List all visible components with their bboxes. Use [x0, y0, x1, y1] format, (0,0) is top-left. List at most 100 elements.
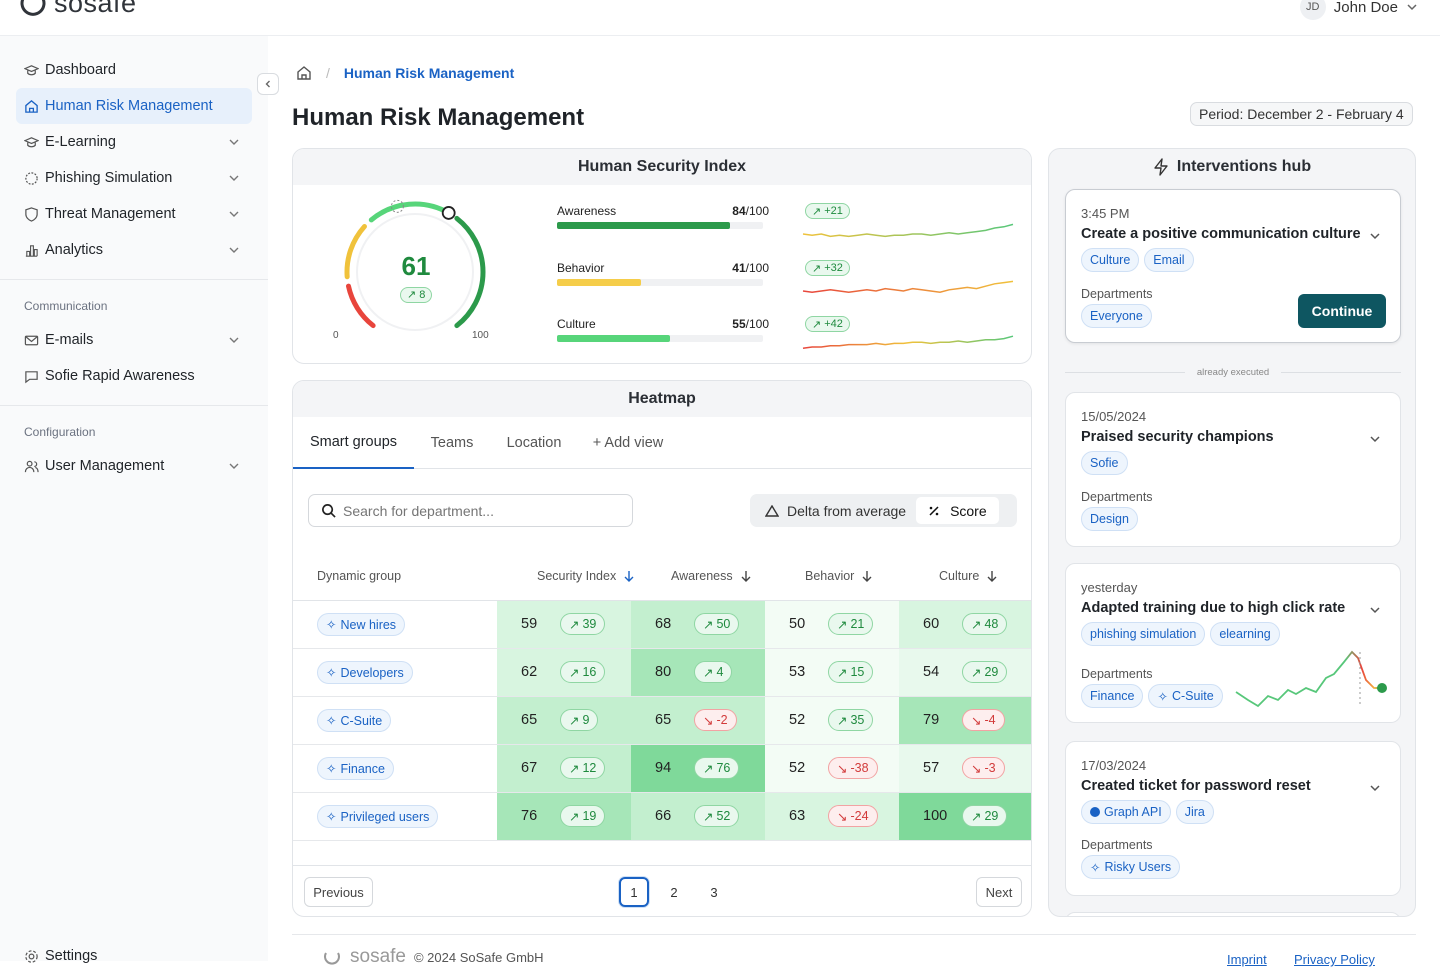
- column-header[interactable]: Behavior: [805, 569, 872, 583]
- dynamic-group-tag[interactable]: ✧ Privileged users: [317, 805, 439, 828]
- privacy-link[interactable]: Privacy Policy: [1294, 952, 1375, 967]
- toggle-score[interactable]: Score: [916, 497, 999, 524]
- trend-up-icon: ↗: [971, 809, 982, 824]
- delta-pill: ↗ 19: [560, 805, 606, 827]
- score-cell[interactable]: 54 ↗ 29: [899, 649, 1031, 696]
- score-cell[interactable]: 80 ↗ 4: [631, 649, 765, 696]
- tab-smart-groups[interactable]: Smart groups: [293, 417, 414, 469]
- imprint-link[interactable]: Imprint: [1227, 952, 1267, 967]
- previous-button[interactable]: Previous: [304, 877, 373, 907]
- score-cell[interactable]: 76 ↗ 19: [497, 793, 631, 840]
- breadcrumb-current[interactable]: Human Risk Management: [344, 65, 514, 81]
- table-row[interactable]: ✧ Privileged users 76 ↗ 19 66 ↗ 52 63 ↘ -24 100 ↗ 29: [293, 793, 1031, 841]
- tag-graph-api: Graph API: [1081, 800, 1171, 824]
- table-footer-divider: [293, 865, 1031, 866]
- tag-elearning: elearning: [1210, 622, 1280, 646]
- score-cell[interactable]: 52 ↘ -38: [765, 745, 899, 792]
- score-cell[interactable]: 67 ↗ 12: [497, 745, 631, 792]
- score-cell[interactable]: 65 ↗ 9: [497, 697, 631, 744]
- home-icon[interactable]: [296, 65, 312, 81]
- tab-location[interactable]: Location: [490, 417, 578, 469]
- sparkle-icon: ✧: [1090, 860, 1101, 875]
- percent-icon: [929, 505, 939, 516]
- table-row[interactable]: ✧ Developers 62 ↗ 16 80 ↗ 4 53 ↗ 15 54 ↗ 29: [293, 649, 1031, 697]
- logo[interactable]: sosafe: [18, 0, 137, 19]
- search-input[interactable]: [343, 502, 623, 519]
- intervention-tags: Culture Email: [1081, 248, 1194, 272]
- intervention-card[interactable]: 15/05/2024 Praised security champions So…: [1065, 392, 1401, 547]
- sort-arrow-icon: [862, 571, 872, 582]
- toggle-delta[interactable]: Delta from average: [753, 497, 916, 524]
- score-cell[interactable]: 94 ↗ 76: [631, 745, 765, 792]
- score-cell[interactable]: 65 ↘ -2: [631, 697, 765, 744]
- metric-row: Culture 55/100: [557, 317, 769, 345]
- intervention-card[interactable]: 3:45 PM Create a positive communication …: [1065, 189, 1401, 343]
- dynamic-group-tag[interactable]: ✧ Developers: [317, 661, 413, 684]
- sidebar-item-analytics[interactable]: Analytics: [16, 232, 252, 268]
- sidebar-item-human-risk-management[interactable]: Human Risk Management: [16, 88, 252, 124]
- column-header[interactable]: Awareness: [671, 569, 751, 583]
- sidebar-item-sofie-rapid-awareness[interactable]: Sofie Rapid Awareness: [16, 358, 252, 394]
- trend-up-icon: ↗: [703, 809, 714, 824]
- chevron-down-icon[interactable]: [1369, 230, 1381, 242]
- column-header[interactable]: Culture: [939, 569, 997, 583]
- delta-pill: ↗ 76: [694, 757, 740, 779]
- sidebar-item-threat-management[interactable]: Threat Management: [16, 196, 252, 232]
- table-row[interactable]: ✧ C-Suite 65 ↗ 9 65 ↘ -2 52 ↗ 35 79 ↘ -4: [293, 697, 1031, 745]
- table-row[interactable]: ✧ New hires 59 ↗ 39 68 ↗ 50 50 ↗ 21 60 ↗ 48: [293, 601, 1031, 649]
- tab-add-view[interactable]: + Add view: [578, 417, 678, 469]
- sidebar-item-phishing-simulation[interactable]: Phishing Simulation: [16, 160, 252, 196]
- page-2-button[interactable]: 2: [659, 877, 689, 907]
- department-design: Design: [1081, 507, 1138, 531]
- chevron-down-icon[interactable]: [1369, 433, 1381, 445]
- intervention-card[interactable]: 17/03/2024 Created ticket for password r…: [1065, 741, 1401, 896]
- table-row[interactable]: ✧ Finance 67 ↗ 12 94 ↗ 76 52 ↘ -38 57 ↘ -3: [293, 745, 1031, 793]
- metric-label: Awareness: [557, 204, 617, 218]
- score-cell[interactable]: 66 ↗ 52: [631, 793, 765, 840]
- score-cell[interactable]: 68 ↗ 50: [631, 601, 765, 648]
- metric-score: 55: [732, 317, 746, 331]
- chevron-down-icon[interactable]: [1369, 604, 1381, 616]
- score-cell[interactable]: 50 ↗ 21: [765, 601, 899, 648]
- column-header[interactable]: Security Index: [537, 569, 634, 583]
- next-button[interactable]: Next: [976, 877, 1022, 907]
- view-toggle: Delta from average Score: [750, 494, 1017, 527]
- score-cell[interactable]: 60 ↗ 48: [899, 601, 1031, 648]
- search-field[interactable]: [308, 494, 633, 527]
- intervention-card[interactable]: [1065, 912, 1401, 916]
- score-cell[interactable]: 62 ↗ 16: [497, 649, 631, 696]
- page-3-button[interactable]: 3: [699, 877, 729, 907]
- score-cell[interactable]: 52 ↗ 35: [765, 697, 899, 744]
- score-cell[interactable]: 53 ↗ 15: [765, 649, 899, 696]
- dynamic-group-tag[interactable]: ✧ C-Suite: [317, 709, 392, 732]
- score-cell[interactable]: 59 ↗ 39: [497, 601, 631, 648]
- page-1-button[interactable]: 1: [619, 877, 649, 907]
- trend-up-icon: ↗: [569, 617, 580, 632]
- period-badge[interactable]: Period: December 2 - February 4: [1190, 102, 1413, 126]
- metric-bar-fill: [557, 335, 671, 342]
- delta-pill: ↗ 21: [828, 613, 874, 635]
- chevron-down-icon[interactable]: [1369, 782, 1381, 794]
- tab-teams[interactable]: Teams: [414, 417, 490, 469]
- shield-icon: [25, 206, 38, 222]
- collapse-sidebar-button[interactable]: [257, 73, 279, 95]
- sidebar-item-dashboard[interactable]: Dashboard: [16, 52, 252, 88]
- sort-arrow-icon: [741, 571, 751, 582]
- sidebar-divider: [0, 279, 268, 280]
- score-cell[interactable]: 57 ↘ -3: [899, 745, 1031, 792]
- sidebar-item-user-management[interactable]: User Management: [16, 448, 252, 484]
- dynamic-group-tag[interactable]: ✧ New hires: [317, 613, 406, 636]
- score-cell[interactable]: 63 ↘ -24: [765, 793, 899, 840]
- score-cell[interactable]: 79 ↘ -4: [899, 697, 1031, 744]
- intervention-card[interactable]: yesterday Adapted training due to high c…: [1065, 563, 1401, 723]
- sidebar-item-label: Sofie Rapid Awareness: [45, 368, 195, 384]
- sidebar-item-settings[interactable]: Settings: [16, 938, 252, 974]
- continue-button[interactable]: Continue: [1298, 294, 1386, 328]
- score-cell[interactable]: 100 ↗ 29: [899, 793, 1031, 840]
- sidebar-item-e-mails[interactable]: E-mails: [16, 322, 252, 358]
- gauge-indicator: [441, 206, 456, 220]
- sidebar-item-e-learning[interactable]: E-Learning: [16, 124, 252, 160]
- dynamic-group-tag[interactable]: ✧ Finance: [317, 757, 394, 780]
- user-menu[interactable]: JD John Doe: [1299, 0, 1418, 20]
- delta-value: 8: [419, 288, 426, 301]
